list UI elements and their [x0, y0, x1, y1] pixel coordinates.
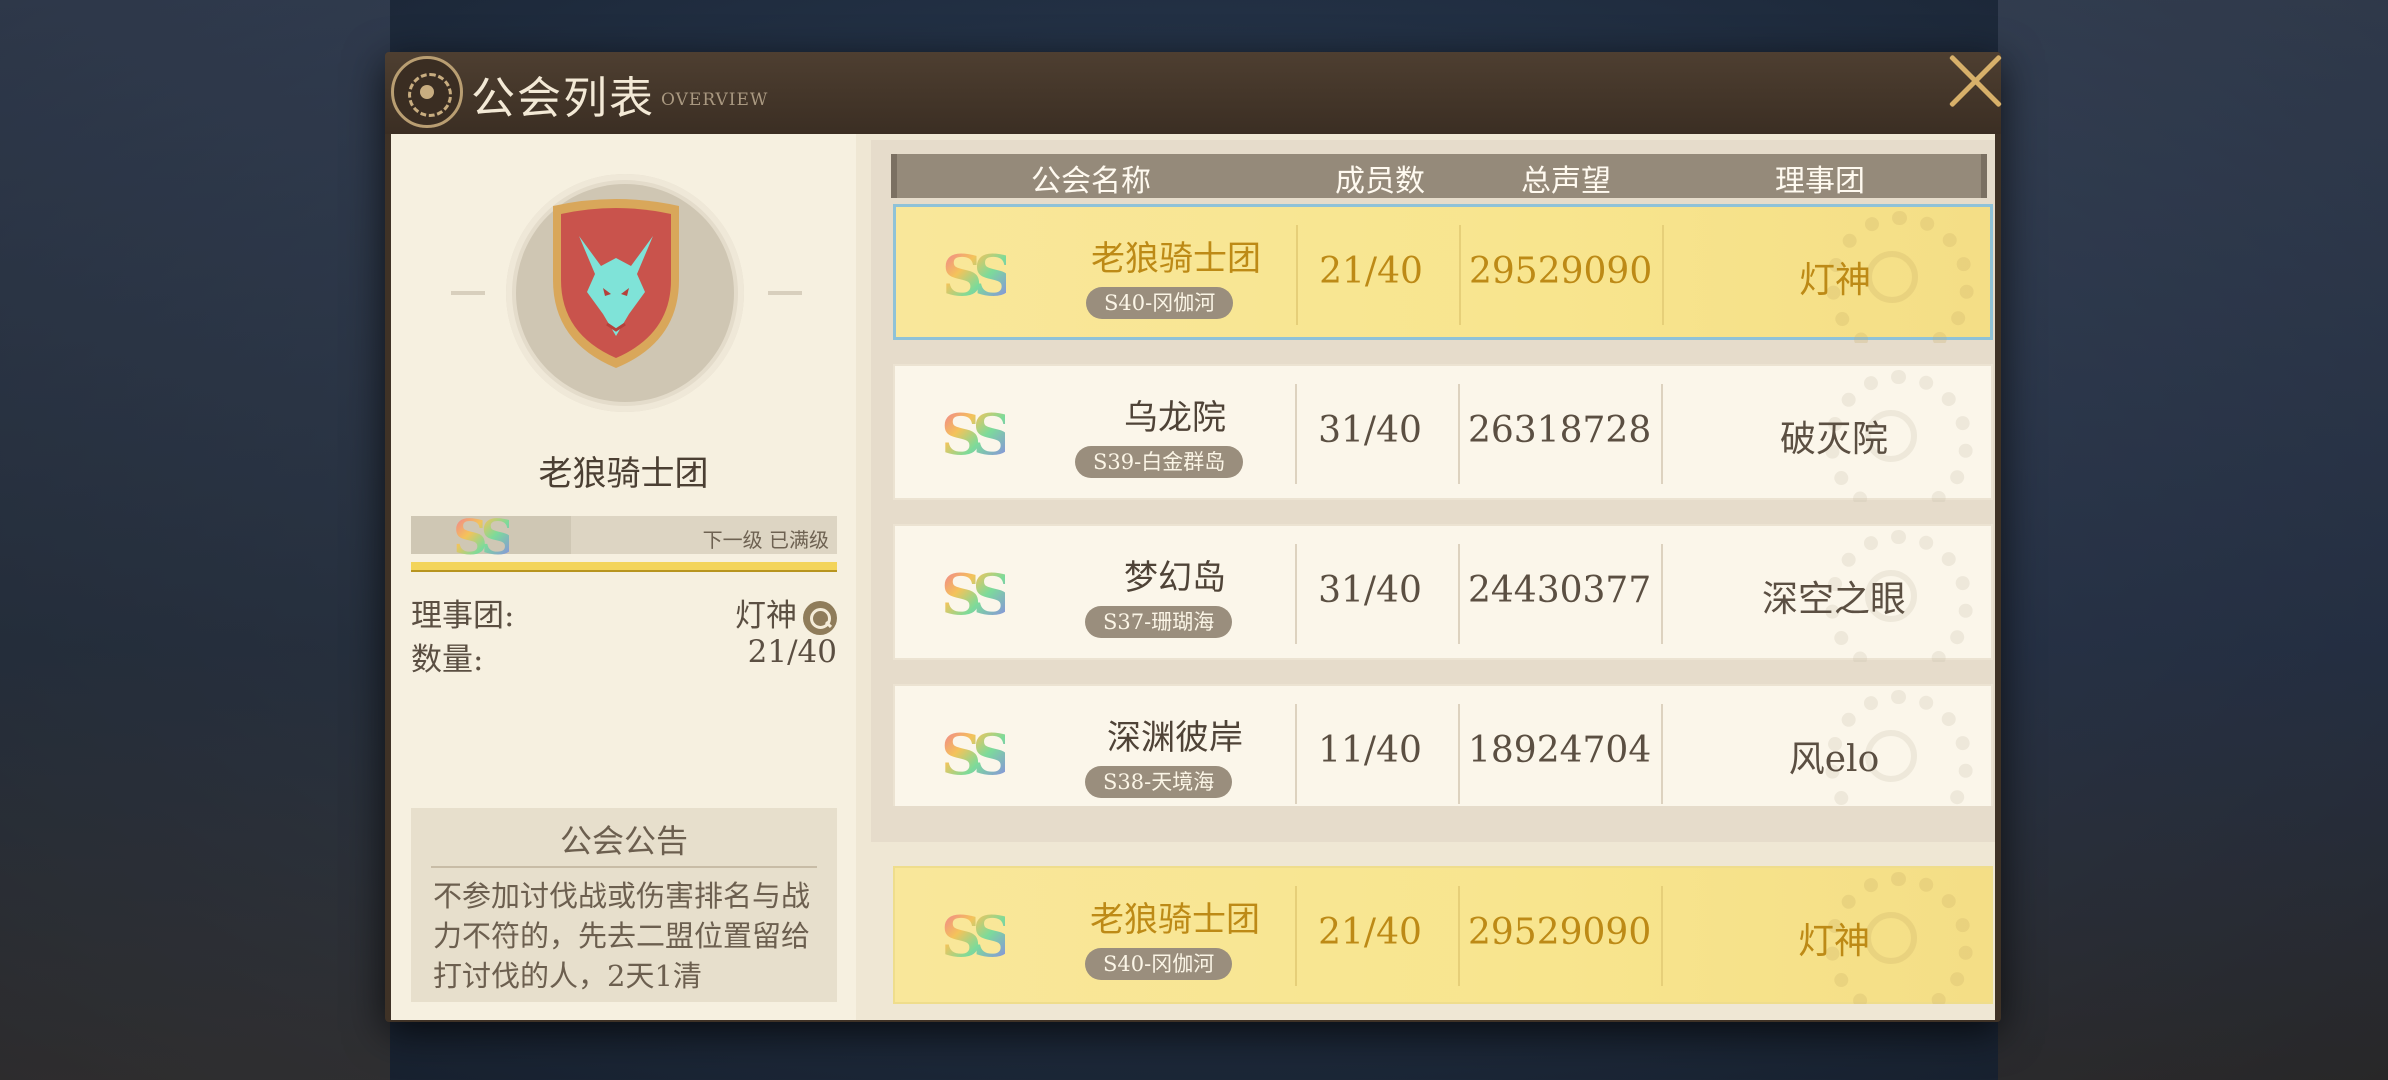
guild-list-scroll[interactable]: 公会名称 成员数 总声望 理事团 SS 老狼骑士团 S40-冈伽河 21/40 …: [871, 140, 1995, 842]
row-council: 破灭院: [1779, 419, 1888, 460]
level-progress-fill: [411, 562, 837, 572]
row-members: 31/40: [1318, 570, 1422, 611]
row-guild-name: 深渊彼岸: [1107, 718, 1243, 758]
row-grade: SS: [942, 243, 1014, 309]
row-server-badge: S39-白金群岛: [1075, 446, 1244, 478]
council-value: 灯神: [735, 598, 797, 634]
guild-table: 公会名称 成员数 总声望 理事团 SS 老狼骑士团 S40-冈伽河 21/40 …: [871, 134, 1995, 1020]
window-subtitle: OVERVIEW: [661, 90, 769, 110]
header-council: 理事团: [1775, 164, 1865, 199]
row-council: 深空之眼: [1761, 579, 1906, 620]
content-area: 老狼骑士团 SS 下一级 已满级 理事团: 灯神 数量: 21/40 公会公告: [391, 134, 1995, 1020]
crest-divider-left: [451, 291, 485, 295]
header-members: 成员数: [1335, 164, 1425, 199]
notice-divider: [431, 866, 817, 868]
council-label: 理事团:: [411, 598, 515, 634]
row-guild-name: 老狼骑士团: [1091, 239, 1261, 279]
row-prestige: 18924704: [1468, 730, 1652, 771]
row-server-badge: S40-冈伽河: [1086, 287, 1234, 319]
row-grade: SS: [941, 904, 1013, 970]
guild-detail-panel: 老狼骑士团 SS 下一级 已满级 理事团: 灯神 数量: 21/40 公会公告: [391, 134, 856, 1020]
row-members: 11/40: [1318, 730, 1422, 771]
row-prestige: 29529090: [1468, 912, 1652, 953]
next-level-label: 下一级 已满级: [702, 528, 829, 552]
table-row[interactable]: SS 梦幻岛 S37-珊瑚海 31/40 24430377 深空之眼: [893, 524, 1993, 662]
table-header: 公会名称 成员数 总声望 理事团: [891, 154, 1987, 199]
background-left: [0, 0, 390, 1080]
row-guild-name: 梦幻岛: [1124, 558, 1226, 598]
window-title: 公会列表: [471, 73, 655, 124]
row-members: 21/40: [1319, 251, 1423, 292]
row-prestige: 24430377: [1468, 570, 1652, 611]
row-council: 灯神: [1798, 260, 1871, 301]
my-guild-row[interactable]: SS 老狼骑士团 S40-冈伽河 21/40 29529090 灯神: [893, 866, 1993, 1004]
table-row[interactable]: SS 乌龙院 S39-白金群岛 31/40 26318728 破灭院: [893, 364, 1993, 502]
header-name: 公会名称: [1031, 164, 1151, 199]
row-server-badge: S38-天境海: [1085, 766, 1233, 798]
row-prestige: 29529090: [1469, 251, 1653, 292]
row-server-badge: S40-冈伽河: [1085, 948, 1233, 980]
crest-divider-right: [768, 291, 802, 295]
row-council: 灯神: [1797, 921, 1870, 962]
guild-list-panel: 公会列表 OVERVIEW 老狼骑士团 SS 下一级 已满级 理事团: 灯神 数…: [385, 52, 2001, 1022]
notice-title: 公会公告: [559, 822, 688, 860]
count-label: 数量:: [411, 642, 484, 678]
row-grade: SS: [941, 562, 1013, 628]
guild-crest: [506, 174, 744, 412]
row-server-badge: S37-珊瑚海: [1085, 606, 1233, 638]
row-guild-name: 乌龙院: [1124, 398, 1226, 438]
row-members: 31/40: [1318, 410, 1422, 451]
wolf-shield-icon: [553, 199, 679, 368]
title-bar: 公会列表 OVERVIEW: [385, 52, 2001, 134]
background-right: [1998, 0, 2388, 1080]
count-value: 21/40: [747, 634, 837, 670]
selected-guild-name: 老狼骑士团: [538, 454, 709, 494]
row-guild-name: 老狼骑士团: [1090, 900, 1260, 940]
notice-body: 不参加讨伐战或伤害排名与战力不符的，先去二盟位置留给打讨伐的人，2天1清: [433, 879, 811, 993]
row-grade: SS: [941, 722, 1013, 788]
header-prestige: 总声望: [1521, 164, 1611, 199]
row-council: 风elo: [1788, 739, 1880, 780]
search-icon[interactable]: [803, 600, 837, 635]
guild-notice: 公会公告 不参加讨伐战或伤害排名与战力不符的，先去二盟位置留给打讨伐的人，2天1…: [411, 808, 837, 1002]
row-members: 21/40: [1318, 912, 1422, 953]
row-prestige: 26318728: [1468, 410, 1652, 451]
count-row: 数量: 21/40: [411, 634, 837, 679]
table-row[interactable]: SS 老狼骑士团 S40-冈伽河 21/40 29529090 灯神: [893, 204, 1993, 343]
row-grade: SS: [941, 402, 1013, 468]
guild-emblem-icon: [391, 56, 463, 128]
guild-grade-badge: SS: [453, 510, 515, 566]
council-row: 理事团: 灯神: [411, 590, 837, 635]
guild-level-bar: SS 下一级 已满级: [411, 510, 837, 566]
table-row[interactable]: SS 深渊彼岸 S38-天境海 11/40 18924704 风elo: [893, 684, 1993, 806]
close-icon[interactable]: [1945, 52, 2005, 112]
